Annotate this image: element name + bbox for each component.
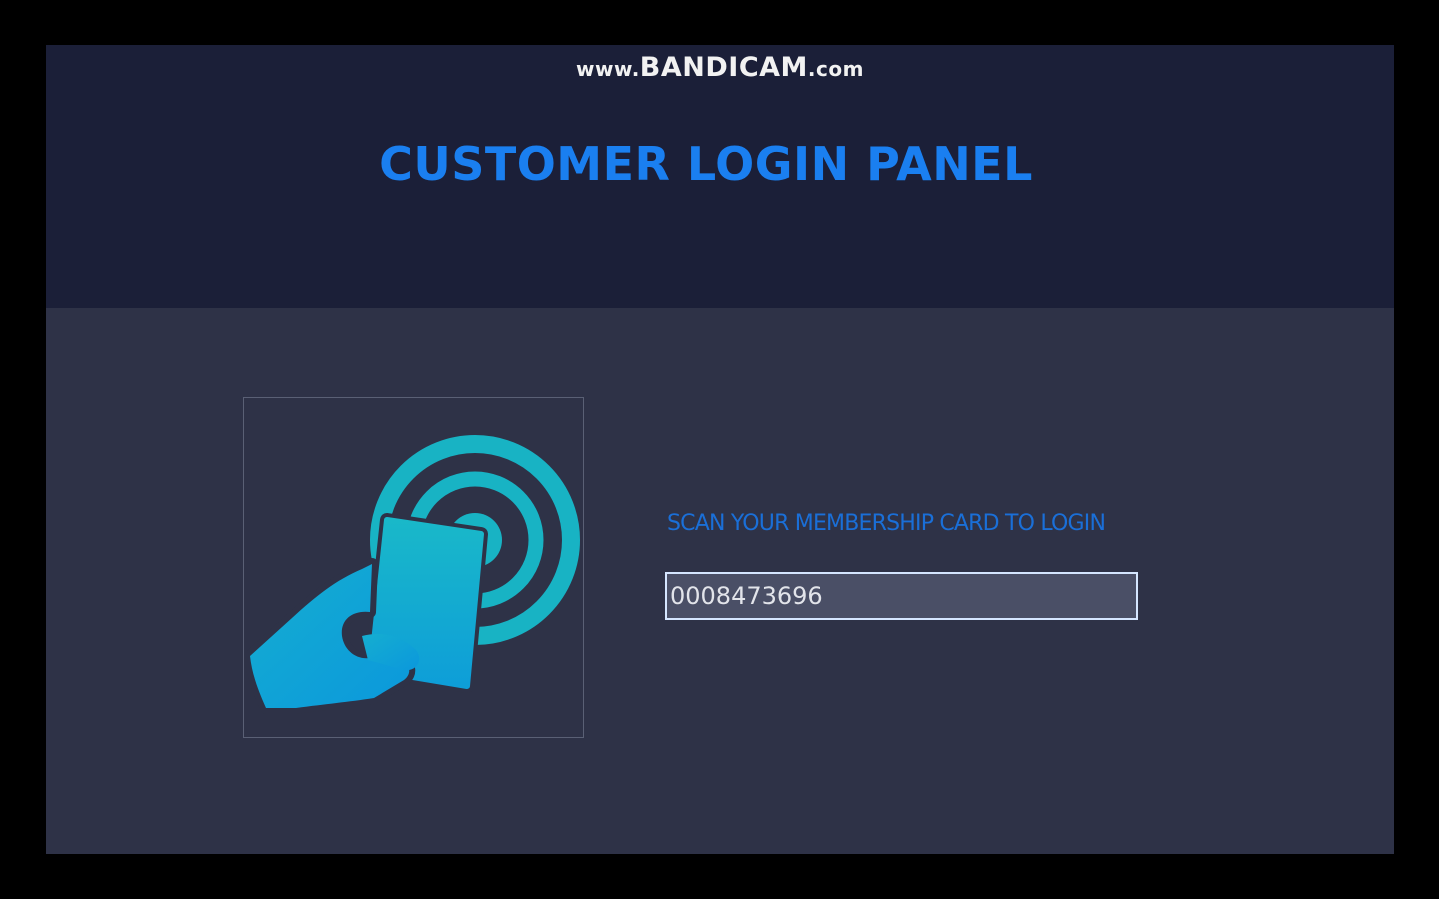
hand-scanning-card-icon	[244, 435, 580, 714]
app-window: www.BANDICAM.com CUSTOMER LOGIN PANEL SC…	[46, 45, 1394, 854]
header-band: www.BANDICAM.com CUSTOMER LOGIN PANEL	[46, 45, 1394, 308]
watermark-brand: BANDICAM	[639, 52, 808, 83]
membership-card-input[interactable]	[665, 572, 1138, 620]
page-title: CUSTOMER LOGIN PANEL	[379, 137, 1033, 191]
illustration-frame	[243, 397, 584, 738]
recording-watermark: www.BANDICAM.com	[46, 52, 1394, 83]
scan-instruction-label: SCAN YOUR MEMBERSHIP CARD TO LOGIN	[667, 511, 1106, 536]
watermark-prefix: www.	[576, 57, 640, 81]
watermark-suffix: .com	[807, 57, 864, 81]
